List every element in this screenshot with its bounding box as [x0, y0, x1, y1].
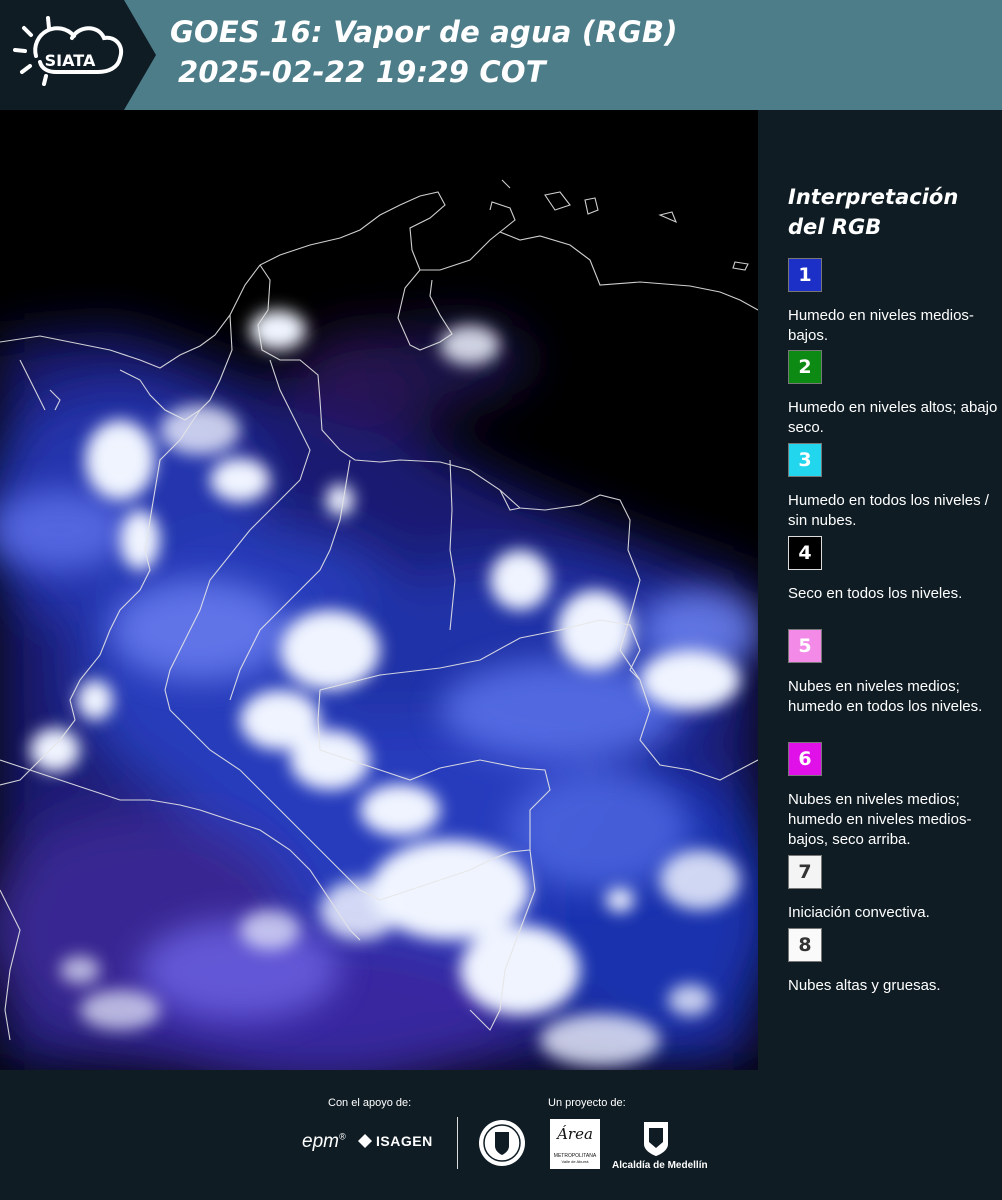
legend-text: Humedo en todos los niveles / sin nubes. — [788, 492, 989, 529]
legend-title: Interpretación del RGB — [788, 182, 988, 242]
legend-swatch: 2 — [788, 350, 822, 384]
legend-item: 3 Humedo en todos los niveles / sin nubes… — [788, 443, 998, 531]
legend-title-line1: Interpretación — [788, 185, 959, 209]
legend-item: 8 Nubes altas y gruesas. — [788, 928, 998, 996]
isagen-logo[interactable]: ISAGEN — [358, 1133, 433, 1149]
legend-swatch: 7 — [788, 855, 822, 889]
alcaldia-shield-icon — [644, 1122, 668, 1156]
legend-item: 1 Humedo en niveles medios-bajos. — [788, 258, 998, 346]
page-title: GOES 16: Vapor de agua (RGB) — [170, 15, 678, 49]
header-bar: SIATA GOES 16: Vapor de agua (RGB) 2025-… — [0, 0, 1002, 110]
footer: Con el apoyo de: Un proyecto de: epm® IS… — [0, 1070, 1002, 1200]
legend-swatch: 6 — [788, 742, 822, 776]
alcaldia-label[interactable]: Alcaldía de Medellín — [612, 1160, 708, 1171]
logo-text: SIATA — [45, 51, 96, 70]
satellite-map[interactable] — [0, 110, 758, 1070]
legend-panel: Interpretación del RGB 1 Humedo en nivele… — [758, 110, 1002, 1070]
legend-text: Nubes en niveles medios; humedo en todos… — [788, 678, 983, 715]
legend-item: 7 Iniciación convectiva. — [788, 855, 998, 923]
legend-item: 2 Humedo en niveles altos; abajo seco. — [788, 350, 998, 438]
legend-text: Nubes altas y gruesas. — [788, 977, 941, 994]
legend-text: Humedo en niveles altos; abajo seco. — [788, 399, 998, 436]
legend-swatch: 4 — [788, 536, 822, 570]
legend-item: 4 Seco en todos los niveles. — [788, 536, 998, 604]
legend-title-line2: del RGB — [788, 215, 882, 239]
legend-swatch: 1 — [788, 258, 822, 292]
isagen-mark-icon — [358, 1134, 372, 1148]
university-seal-icon[interactable] — [477, 1118, 527, 1168]
logo-panel: SIATA — [0, 0, 156, 110]
project-label: Un proyecto de: — [548, 1097, 626, 1109]
timestamp: 2025-02-22 19:29 COT — [178, 55, 546, 89]
legend-text: Nubes en niveles medios; humedo en nivel… — [788, 791, 972, 848]
area-metropolitana-logo[interactable]: Área METROPOLITANA Valle de Aburrá — [550, 1119, 600, 1169]
legend-text: Seco en todos los niveles. — [788, 585, 963, 602]
legend-item: 6 Nubes en niveles medios; humedo en nive… — [788, 742, 998, 850]
area-sub2-text: Valle de Aburrá — [561, 1159, 589, 1164]
legend-swatch: 5 — [788, 629, 822, 663]
legend-text: Humedo en niveles medios-bajos. — [788, 307, 974, 344]
isagen-text: ISAGEN — [376, 1133, 433, 1149]
satellite-image — [0, 110, 758, 1070]
legend-swatch: 3 — [788, 443, 822, 477]
area-text: Área — [557, 1125, 593, 1143]
legend-swatch: 8 — [788, 928, 822, 962]
footer-divider — [457, 1117, 458, 1169]
legend-text: Iniciación convectiva. — [788, 904, 930, 921]
epm-logo[interactable]: epm® — [302, 1131, 346, 1153]
epm-text: epm — [302, 1131, 339, 1152]
siata-logo-icon[interactable]: SIATA — [12, 14, 127, 96]
legend-item: 5 Nubes en niveles medios; humedo en todo… — [788, 629, 998, 717]
support-label: Con el apoyo de: — [328, 1097, 412, 1109]
